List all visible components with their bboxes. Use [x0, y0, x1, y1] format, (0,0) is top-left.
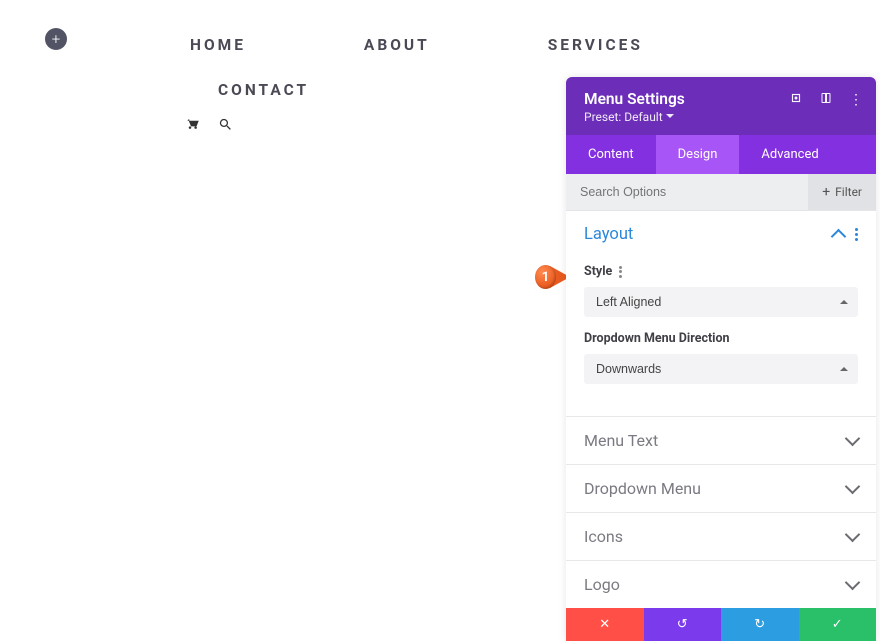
- section-icons-title: Icons: [584, 527, 623, 546]
- section-menu-icon[interactable]: [855, 228, 858, 241]
- tabs: Content Design Advanced: [566, 135, 876, 174]
- dropdown-direction-label: Dropdown Menu Direction: [584, 331, 858, 346]
- style-label: Style: [584, 264, 858, 279]
- chevron-down-icon: [845, 431, 861, 447]
- section-logo-head[interactable]: Logo: [566, 561, 876, 608]
- tab-content[interactable]: Content: [566, 135, 656, 174]
- dropdown-direction-select[interactable]: Downwards: [584, 354, 858, 384]
- section-layout-head[interactable]: Layout: [566, 211, 876, 258]
- settings-panel: Menu Settings Preset: Default ⋮ Content …: [566, 77, 876, 641]
- search-icon[interactable]: [218, 117, 233, 136]
- nav-services[interactable]: SERVICES: [538, 28, 653, 62]
- tab-design[interactable]: Design: [656, 135, 740, 174]
- filter-label: Filter: [835, 185, 862, 199]
- docs-icon[interactable]: [818, 91, 834, 109]
- section-logo: Logo: [566, 561, 876, 608]
- filter-button[interactable]: +Filter: [808, 174, 876, 210]
- section-layout: Layout Style Left Aligned Dropdown Menu …: [566, 211, 876, 417]
- callout-badge: 1: [535, 265, 556, 289]
- nav-home[interactable]: HOME: [180, 28, 256, 62]
- section-icons-head[interactable]: Icons: [566, 513, 876, 560]
- expand-icon[interactable]: [788, 91, 804, 109]
- confirm-button[interactable]: ✓: [799, 608, 877, 641]
- section-icons: Icons: [566, 513, 876, 561]
- section-dropdown-menu-head[interactable]: Dropdown Menu: [566, 465, 876, 512]
- nav-contact[interactable]: CONTACT: [208, 73, 319, 107]
- bottom-action-bar: ✕ ↺ ↻ ✓: [566, 608, 876, 641]
- style-menu-icon[interactable]: [619, 266, 623, 278]
- chevron-up-icon: [831, 229, 847, 245]
- nav-about[interactable]: ABOUT: [354, 28, 440, 62]
- section-menu-text: Menu Text: [566, 417, 876, 465]
- preset-selector[interactable]: Preset: Default: [584, 110, 858, 124]
- add-module-button[interactable]: +: [45, 28, 67, 50]
- chevron-down-icon: [845, 527, 861, 543]
- panel-menu-icon[interactable]: ⋮: [848, 92, 864, 108]
- section-dropdown-menu: Dropdown Menu: [566, 465, 876, 513]
- cancel-button[interactable]: ✕: [566, 608, 644, 641]
- section-menu-text-title: Menu Text: [584, 431, 658, 450]
- section-dropdown-menu-title: Dropdown Menu: [584, 479, 701, 498]
- search-input[interactable]: [566, 174, 808, 210]
- search-row: +Filter: [566, 174, 876, 211]
- section-logo-title: Logo: [584, 575, 620, 594]
- redo-button[interactable]: ↻: [721, 608, 799, 641]
- tab-advanced[interactable]: Advanced: [739, 135, 840, 174]
- style-select[interactable]: Left Aligned: [584, 287, 858, 317]
- chevron-down-icon: [845, 575, 861, 591]
- chevron-down-icon: [845, 479, 861, 495]
- cart-icon[interactable]: [185, 117, 200, 136]
- panel-header: Menu Settings Preset: Default ⋮: [566, 77, 876, 135]
- undo-button[interactable]: ↺: [644, 608, 722, 641]
- section-menu-text-head[interactable]: Menu Text: [566, 417, 876, 464]
- section-layout-title: Layout: [584, 225, 633, 244]
